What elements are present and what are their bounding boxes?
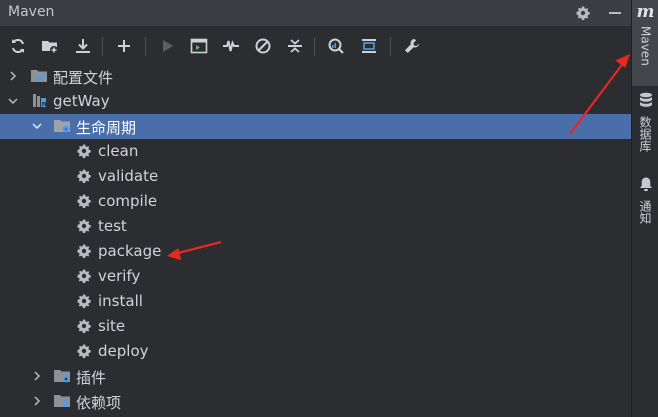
gear-icon: [75, 192, 93, 210]
phase-label: install: [98, 292, 143, 310]
gear-icon: [75, 167, 93, 185]
phase-label: deploy: [98, 342, 149, 360]
gear-icon: [75, 267, 93, 285]
right-tool-strip: m Maven 数据库 通知: [631, 0, 658, 417]
tree-node-project[interactable]: m getWay: [0, 89, 631, 114]
phase-label: validate: [98, 167, 159, 185]
database-side-tab[interactable]: 数据库: [632, 92, 658, 162]
plugins-folder-icon: [53, 367, 71, 385]
gear-icon: [75, 142, 93, 160]
tree-node-lifecycle[interactable]: 生命周期: [0, 114, 631, 139]
notifications-tab-label: 通知: [638, 200, 652, 224]
minimize-icon[interactable]: [604, 0, 626, 26]
chevron-right-icon[interactable]: [31, 395, 43, 407]
gear-icon: [75, 317, 93, 335]
gear-icon: [75, 217, 93, 235]
plus-icon[interactable]: [113, 35, 135, 57]
tree-node-label: 生命周期: [76, 119, 137, 137]
gear-icon: [75, 292, 93, 310]
expand-icon[interactable]: [358, 35, 380, 57]
chevron-down-icon[interactable]: [31, 120, 43, 132]
lifecycle-phase-deploy[interactable]: deploy: [0, 339, 631, 364]
lifecycle-phase-package[interactable]: package: [0, 239, 631, 264]
lifecycle-phase-clean[interactable]: clean: [0, 139, 631, 164]
database-tab-label: 数据库: [638, 116, 652, 152]
skip-tests-icon[interactable]: [252, 35, 274, 57]
phase-label: verify: [98, 267, 141, 285]
svg-text:m: m: [42, 100, 48, 108]
lifecycle-phase-install[interactable]: install: [0, 289, 631, 314]
phase-label: clean: [98, 142, 139, 160]
lifecycle-phase-test[interactable]: test: [0, 214, 631, 239]
tree-node-dependencies[interactable]: 依赖项: [0, 389, 631, 414]
lifecycle-folder-icon: [53, 117, 71, 135]
tree-node-label: 插件: [76, 369, 107, 387]
dependencies-folder-icon: [53, 392, 71, 410]
maven-logo-icon: m: [636, 2, 655, 22]
tool-window-header: Maven: [0, 0, 631, 26]
chevron-down-icon[interactable]: [7, 95, 19, 107]
lifecycle-phase-validate[interactable]: validate: [0, 164, 631, 189]
settings-wrench-icon[interactable]: [401, 35, 423, 57]
collapse-all-icon[interactable]: [284, 35, 306, 57]
maven-module-icon: m: [30, 92, 48, 110]
phase-label: package: [98, 242, 162, 260]
download-icon[interactable]: [72, 35, 94, 57]
tree-node-profiles[interactable]: 配置文件: [0, 64, 631, 89]
gear-icon: [75, 342, 93, 360]
profiles-folder-icon: [30, 67, 48, 85]
chevron-right-icon[interactable]: [7, 70, 19, 82]
add-folder-icon[interactable]: [39, 35, 61, 57]
phase-label: compile: [98, 192, 158, 210]
tree-node-plugins[interactable]: 插件: [0, 364, 631, 389]
run-icon[interactable]: [156, 35, 178, 57]
gear-icon[interactable]: [572, 0, 594, 26]
panel-title: Maven: [8, 4, 55, 20]
analyze-icon[interactable]: [325, 35, 347, 57]
tree-node-label: 配置文件: [53, 69, 114, 87]
toggle-offline-icon[interactable]: [220, 35, 242, 57]
gear-icon: [75, 242, 93, 260]
maven-toolbar: [0, 27, 631, 65]
run-config-icon[interactable]: [188, 35, 210, 57]
reload-icon[interactable]: [7, 35, 29, 57]
tree-node-label: getWay: [53, 92, 110, 110]
lifecycle-phase-compile[interactable]: compile: [0, 189, 631, 214]
chevron-right-icon[interactable]: [31, 370, 43, 382]
maven-tab-label: Maven: [638, 26, 653, 66]
lifecycle-phase-site[interactable]: site: [0, 314, 631, 339]
bell-icon: [639, 176, 653, 196]
database-icon: [639, 92, 653, 112]
lifecycle-phase-verify[interactable]: verify: [0, 264, 631, 289]
maven-side-tab[interactable]: m Maven: [632, 0, 658, 86]
maven-tool-window: Maven 配置文件 m getWay 生命周期 clean validate …: [0, 0, 631, 417]
phase-label: site: [98, 317, 126, 335]
tree-node-label: 依赖项: [76, 394, 122, 412]
phase-label: test: [98, 217, 127, 235]
maven-project-tree: 配置文件 m getWay 生命周期 clean validate compil…: [0, 64, 631, 417]
notifications-side-tab[interactable]: 通知: [632, 176, 658, 236]
